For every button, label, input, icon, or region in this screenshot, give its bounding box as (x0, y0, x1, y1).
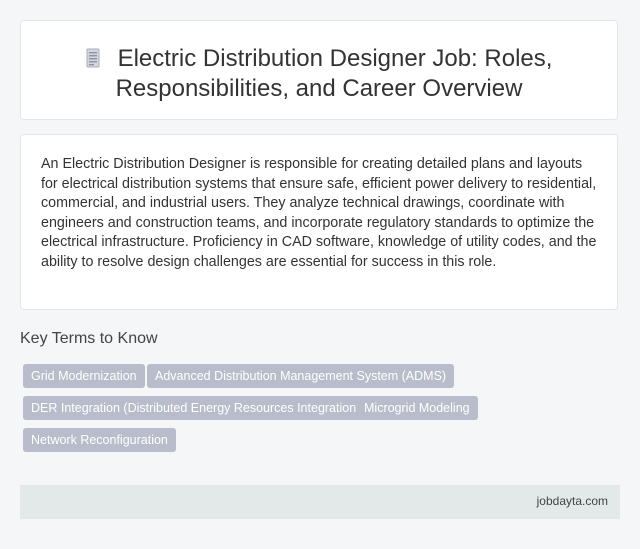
footer: jobdayta.com (20, 485, 620, 519)
tag-microgrid-modeling[interactable]: Microgrid Modeling (356, 396, 478, 420)
tag-network-reconfiguration[interactable]: Network Reconfiguration (23, 428, 176, 452)
title-card: Electric Distribution Designer Job: Role… (20, 20, 618, 120)
tag-adms[interactable]: Advanced Distribution Management System … (147, 364, 455, 388)
tag-grid-modernization[interactable]: Grid Modernization (23, 364, 145, 388)
title-line-1: Electric Distribution Designer Job: Role… (117, 45, 553, 72)
tag-der-integration[interactable]: DER Integration (Distributed Energy Reso… (23, 396, 369, 420)
description-card: An Electric Distribution Designer is res… (20, 134, 618, 310)
key-terms-heading: Key Terms to Know (20, 330, 158, 347)
title-line-2: Responsibilities, and Career Overview (115, 75, 523, 102)
footer-site-link[interactable]: jobdayta.com (537, 494, 608, 508)
page-title: Electric Distribution Designer Job: Role… (21, 44, 617, 104)
description-text: An Electric Distribution Designer is res… (41, 156, 597, 270)
document-icon (86, 46, 100, 68)
